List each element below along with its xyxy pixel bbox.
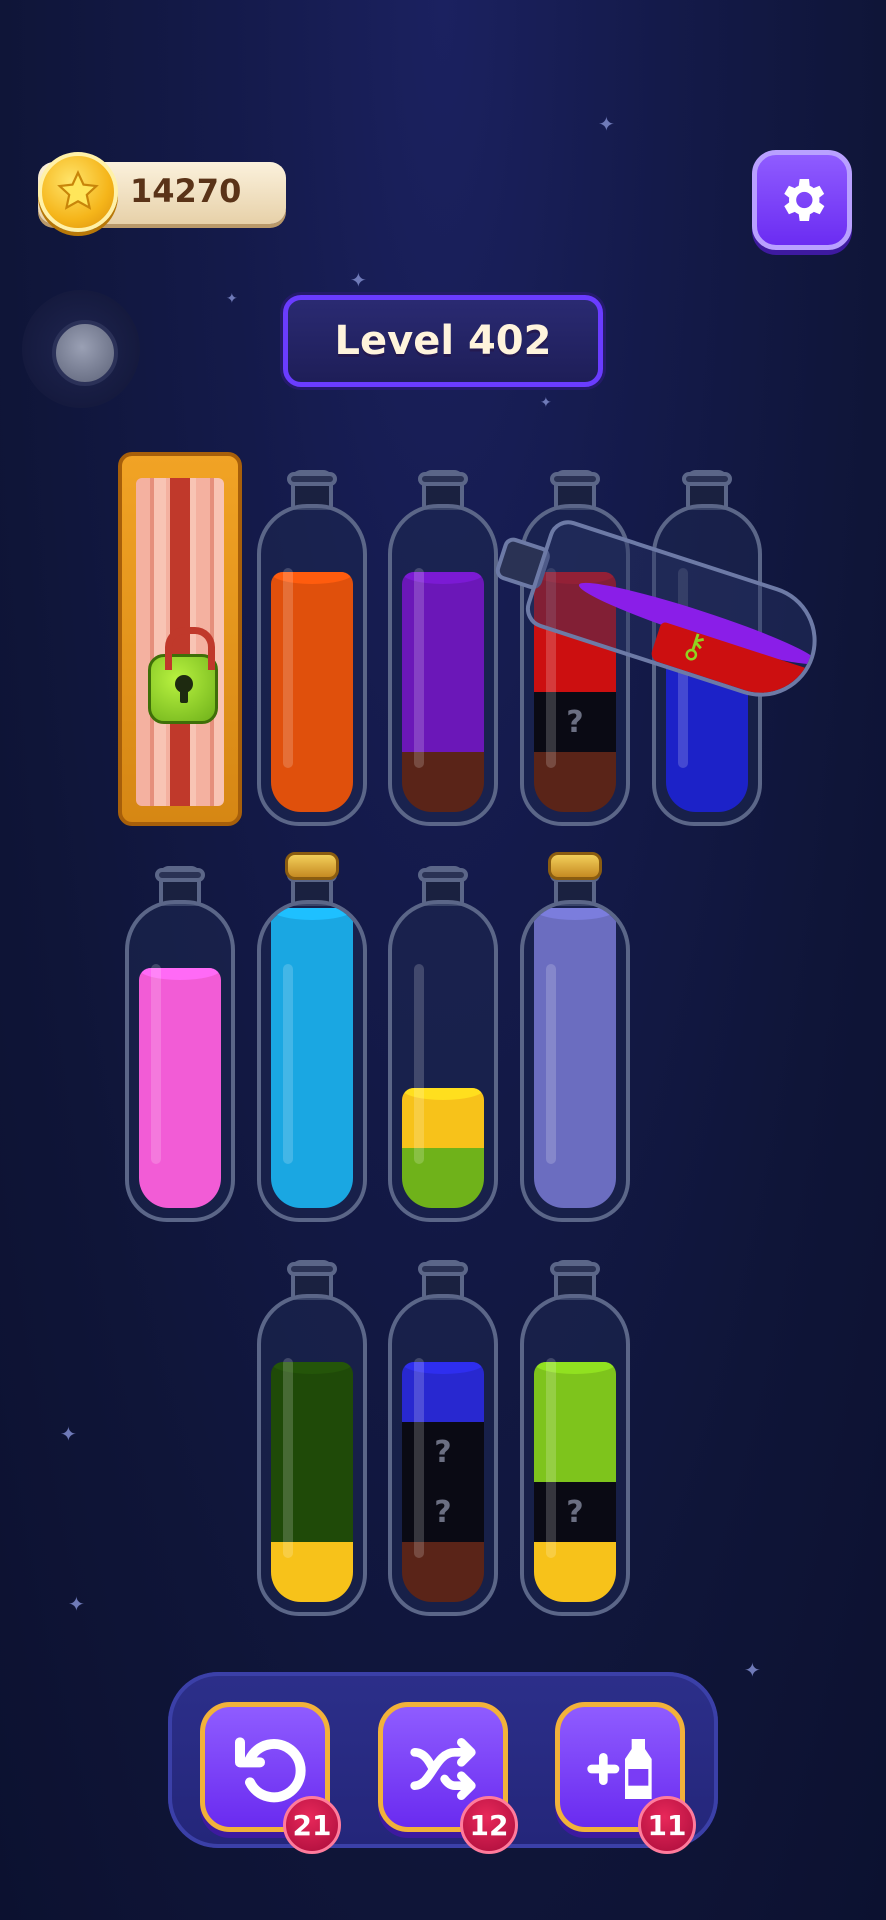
shuffle-icon — [410, 1738, 476, 1800]
coin-count: 14270 — [130, 172, 242, 210]
hidden-color-mark: ? — [566, 704, 584, 740]
hidden-color-mark: ? — [434, 1494, 452, 1530]
bottle-3[interactable] — [388, 470, 498, 826]
star-decoration-icon: ✦ — [744, 1658, 761, 1682]
undo-count-badge: 21 — [283, 1796, 341, 1854]
bottle-10[interactable] — [257, 1260, 367, 1616]
star-decoration-icon: ✦ — [226, 291, 238, 307]
level-label: Level 402 — [334, 318, 552, 364]
hidden-color-mark: ? — [566, 1494, 584, 1530]
undo-icon — [235, 1737, 306, 1803]
level-badge: Level 402 — [283, 295, 603, 387]
bottle-11[interactable]: ?? — [388, 1260, 498, 1616]
add-bottle-icon — [587, 1739, 652, 1799]
bottle-9[interactable] — [520, 852, 630, 1222]
cork-icon — [285, 852, 339, 880]
bottle-2[interactable] — [257, 470, 367, 826]
cork-icon — [548, 852, 602, 880]
bottle-8[interactable] — [388, 866, 498, 1222]
bottle-12[interactable]: ? — [520, 1260, 630, 1616]
star-decoration-icon: ✦ — [540, 395, 552, 411]
joystick-button[interactable] — [22, 290, 140, 408]
shuffle-count-badge: 12 — [460, 1796, 518, 1854]
bottle-7[interactable] — [257, 852, 367, 1222]
star-decoration-icon: ✦ — [350, 268, 367, 292]
bottle-6[interactable] — [125, 866, 235, 1222]
add-bottle-count-badge: 11 — [638, 1796, 696, 1854]
star-decoration-icon: ✦ — [60, 1422, 77, 1446]
gear-icon — [784, 179, 825, 221]
star-coin-icon — [38, 152, 118, 232]
hidden-color-mark: ? — [434, 1434, 452, 1470]
padlock-icon — [148, 627, 218, 724]
locked-bottle[interactable] — [118, 452, 242, 826]
star-decoration-icon: ✦ — [598, 112, 615, 136]
star-decoration-icon: ✦ — [68, 1592, 85, 1616]
settings-button[interactable] — [752, 150, 852, 250]
